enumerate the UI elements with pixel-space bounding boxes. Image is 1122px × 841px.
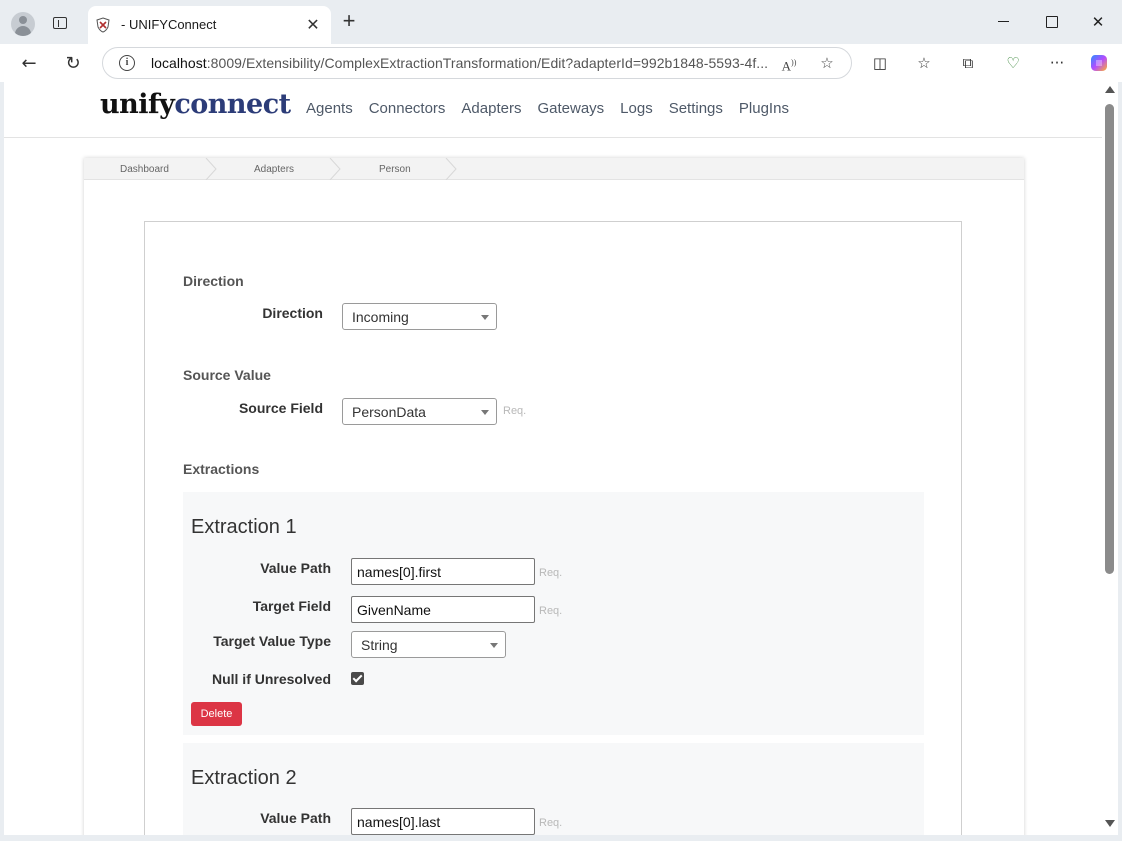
nav-settings[interactable]: Settings xyxy=(669,100,723,117)
nav-plugins[interactable]: PlugIns xyxy=(739,100,789,117)
copilot-icon[interactable] xyxy=(1088,52,1110,74)
breadcrumb-dashboard[interactable]: Dashboard xyxy=(120,158,169,180)
direction-select[interactable]: Incoming xyxy=(342,303,497,330)
direction-section-title: Direction xyxy=(183,273,244,289)
new-tab-icon[interactable]: + xyxy=(338,10,360,33)
tab-actions-icon[interactable] xyxy=(50,14,70,32)
collections-icon[interactable]: ⧉ xyxy=(957,52,979,74)
window-maximize-icon[interactable] xyxy=(1040,10,1064,34)
value-path-label: Value Path xyxy=(260,810,331,826)
browser-titlebar: - UNIFYConnect ✕ + ✕ xyxy=(0,0,1122,44)
chevron-down-icon xyxy=(481,315,489,320)
split-screen-icon[interactable]: ◫ xyxy=(869,52,891,74)
main-nav: Agents Connectors Adapters Gateways Logs… xyxy=(306,100,789,117)
required-hint: Req. xyxy=(503,405,527,417)
required-hint: Req. xyxy=(539,817,563,829)
site-favicon-icon xyxy=(96,17,110,33)
window-close-icon[interactable]: ✕ xyxy=(1086,10,1110,34)
favorites-icon[interactable]: ☆ xyxy=(913,52,935,74)
nav-gateways[interactable]: Gateways xyxy=(537,100,604,117)
tab-title: - UNIFYConnect xyxy=(121,17,217,32)
breadcrumb-adapters[interactable]: Adapters xyxy=(254,158,294,180)
scrollbar-thumb[interactable] xyxy=(1105,104,1114,574)
extraction-2: Extraction 2 Value Path names[0].last Re… xyxy=(183,743,924,835)
nav-connectors[interactable]: Connectors xyxy=(369,100,446,117)
source-field-select[interactable]: PersonData xyxy=(342,398,497,425)
extraction-title: Extraction 2 xyxy=(191,767,297,789)
source-field-label: Source Field xyxy=(238,400,323,416)
direction-label: Direction xyxy=(262,305,323,321)
site-info-icon[interactable]: i xyxy=(119,55,135,71)
required-hint: Req. xyxy=(539,567,563,579)
target-value-type-select[interactable]: String xyxy=(351,631,506,658)
value-path-input[interactable]: names[0].first xyxy=(351,558,535,585)
unifyconnect-logo[interactable]: unifyconnect xyxy=(100,89,291,120)
nav-agents[interactable]: Agents xyxy=(306,100,353,117)
profile-avatar-icon[interactable] xyxy=(11,12,35,36)
form-panel: Direction Direction Incoming Source Valu… xyxy=(144,221,962,835)
chevron-down-icon xyxy=(481,410,489,415)
refresh-icon[interactable]: ↻ xyxy=(60,51,86,77)
extraction-1: Extraction 1 Value Path names[0].first R… xyxy=(183,492,924,735)
nav-adapters[interactable]: Adapters xyxy=(461,100,521,117)
null-if-unresolved-checkbox[interactable] xyxy=(351,672,364,685)
extraction-title: Extraction 1 xyxy=(191,516,297,538)
required-hint: Req. xyxy=(539,605,563,617)
breadcrumb-chevron-icon xyxy=(205,158,217,180)
page-scrollbar[interactable] xyxy=(1102,82,1118,835)
scroll-down-icon[interactable] xyxy=(1105,820,1115,827)
window-minimize-icon[interactable] xyxy=(992,10,1016,34)
page-viewport: unifyconnect Agents Connectors Adapters … xyxy=(4,82,1102,835)
breadcrumb-person[interactable]: Person xyxy=(379,158,411,180)
breadcrumb-chevron-icon xyxy=(445,158,457,180)
breadcrumb-chevron-icon xyxy=(329,158,341,180)
tab-close-icon[interactable]: ✕ xyxy=(302,14,324,36)
value-path-input[interactable]: names[0].last xyxy=(351,808,535,835)
breadcrumb: Dashboard Adapters Person xyxy=(84,158,1024,180)
target-field-label: Target Field xyxy=(252,598,331,614)
target-field-input[interactable]: GivenName xyxy=(351,596,535,623)
browser-toolbar: ← ↻ i localhost:8009/Extensibility/Compl… xyxy=(0,44,1122,82)
window-bottom-edge xyxy=(0,835,1122,841)
content-card: Dashboard Adapters Person Direction Dire… xyxy=(84,158,1024,835)
back-arrow-icon[interactable]: ← xyxy=(16,51,42,77)
delete-extraction-button[interactable]: Delete xyxy=(191,702,242,726)
favorite-star-icon[interactable]: ☆ xyxy=(817,53,837,73)
read-aloud-icon[interactable]: A)) xyxy=(779,53,799,73)
chevron-down-icon xyxy=(490,643,498,648)
address-bar[interactable]: i localhost:8009/Extensibility/ComplexEx… xyxy=(102,47,852,79)
browser-tab[interactable]: - UNIFYConnect ✕ xyxy=(88,6,331,44)
site-header: unifyconnect Agents Connectors Adapters … xyxy=(4,82,1102,138)
value-path-label: Value Path xyxy=(260,560,331,576)
extractions-section-title: Extractions xyxy=(183,461,260,477)
null-if-unresolved-label: Null if Unresolved xyxy=(211,671,331,687)
browser-essentials-icon[interactable]: ♡ xyxy=(1002,52,1024,74)
address-url[interactable]: localhost:8009/Extensibility/ComplexExtr… xyxy=(151,55,768,71)
more-menu-icon[interactable]: ··· xyxy=(1046,52,1068,74)
nav-logs[interactable]: Logs xyxy=(620,100,653,117)
source-section-title: Source Value xyxy=(183,367,271,383)
target-value-type-label: Target Value Type xyxy=(213,633,331,649)
scroll-up-icon[interactable] xyxy=(1105,86,1115,93)
